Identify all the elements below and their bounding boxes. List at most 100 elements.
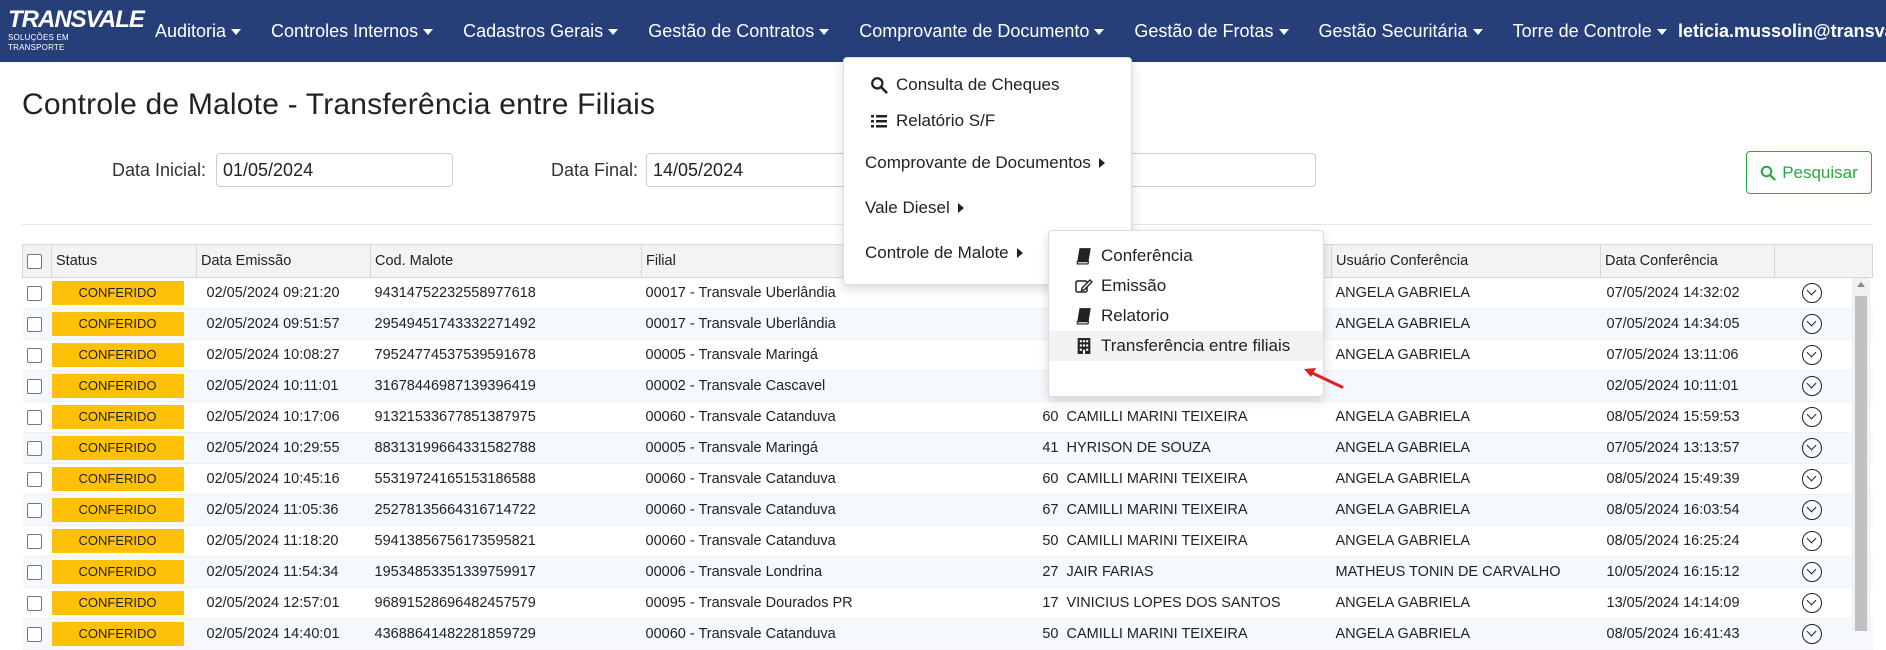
search-button[interactable]: Pesquisar <box>1746 151 1872 194</box>
table-row[interactable]: CONFERIDO 02/05/2024 11:05:36 252781356643… <box>22 494 1873 526</box>
col-header-usuario-conferencia[interactable]: Usuário Conferência <box>1331 244 1601 278</box>
cod-malote-cell: 91321533677851387975 <box>370 401 642 433</box>
data-conferencia-cell: 10/05/2024 16:15:12 <box>1600 556 1775 588</box>
row-select-cell <box>22 370 52 402</box>
col-header-data-conferencia[interactable]: Data Conferência <box>1600 244 1775 278</box>
chevron-down-icon[interactable] <box>1801 531 1822 551</box>
nav-gestao-frotas[interactable]: Gestão de Frotas <box>1119 21 1303 42</box>
status-badge: CONFERIDO <box>51 498 184 522</box>
submenu-item-relatorio[interactable]: Relatorio <box>1049 301 1323 331</box>
filial-cell: 00060 - Transvale Catanduva <box>641 401 913 433</box>
nav-controles-internos[interactable]: Controles Internos <box>256 21 448 42</box>
nav-gestao-securitaria[interactable]: Gestão Securitária <box>1304 21 1498 42</box>
chevron-down-icon[interactable] <box>1801 562 1822 582</box>
row-checkbox[interactable] <box>26 564 42 580</box>
user-menu[interactable]: leticia.mussolin@transvale <box>1678 0 1886 62</box>
data-emissao-cell: 02/05/2024 11:54:34 <box>196 556 371 588</box>
col-header-status[interactable]: Status <box>51 244 197 278</box>
status-badge: CONFERIDO <box>51 591 184 615</box>
table-row[interactable]: CONFERIDO 02/05/2024 10:11:01 316784469871… <box>22 370 1873 402</box>
table-row[interactable]: CONFERIDO 02/05/2024 11:18:20 594138567561… <box>22 525 1873 557</box>
cod-malote-cell: 43688641482281859729 <box>370 618 642 650</box>
filial-cell: 00060 - Transvale Catanduva <box>641 494 913 526</box>
chevron-down-icon[interactable] <box>1801 314 1822 334</box>
controle-malote-submenu: Conferência Emissão Relatorio Transferên… <box>1048 230 1324 397</box>
data-conferencia-cell: 08/05/2024 15:49:39 <box>1600 463 1775 495</box>
filial-cell: 00005 - Transvale Maringá <box>641 339 913 371</box>
chevron-down-icon[interactable] <box>1801 283 1822 303</box>
row-checkbox[interactable] <box>26 533 42 549</box>
status-badge: CONFERIDO <box>51 467 184 491</box>
row-checkbox[interactable] <box>26 471 42 487</box>
chevron-down-icon[interactable] <box>1801 345 1822 365</box>
quantity-cell: 27 <box>912 556 1063 588</box>
nav-auditoria[interactable]: Auditoria <box>140 21 256 42</box>
nav-cadastros-gerais[interactable]: Cadastros Gerais <box>448 21 633 42</box>
menu-item-consulta-cheques[interactable]: Consulta de Cheques <box>844 70 1131 100</box>
data-inicial-input[interactable]: 01/05/2024 <box>216 153 453 187</box>
caret-right-icon <box>957 203 964 213</box>
row-checkbox[interactable] <box>26 316 42 332</box>
scrollbar-thumb[interactable] <box>1855 296 1867 631</box>
nav-gestao-contratos[interactable]: Gestão de Contratos <box>633 21 844 42</box>
menu-item-vale-diesel[interactable]: Vale Diesel <box>844 193 1131 223</box>
submenu-item-emissao[interactable]: Emissão <box>1049 271 1323 301</box>
row-checkbox[interactable] <box>26 378 42 394</box>
usuario-conferencia-cell: ANGELA GABRIELA <box>1331 618 1601 650</box>
row-checkbox[interactable] <box>26 440 42 456</box>
table-row[interactable]: CONFERIDO 02/05/2024 10:08:27 795247745375… <box>22 339 1873 371</box>
menu-item-comprovante-documentos[interactable]: Comprovante de Documentos <box>844 148 1131 178</box>
submenu-item-transferencia-filiais[interactable]: Transferência entre filiais <box>1049 331 1323 361</box>
nav-label: Comprovante de Documento <box>859 20 1090 41</box>
menu-item-relatorio-sf[interactable]: Relatório S/F <box>844 106 1131 136</box>
table-row[interactable]: CONFERIDO 02/05/2024 10:17:06 913215336778… <box>22 401 1873 433</box>
select-all-checkbox[interactable] <box>27 253 42 269</box>
row-checkbox[interactable] <box>26 347 42 363</box>
row-checkbox[interactable] <box>26 409 42 425</box>
scroll-up-icon[interactable] <box>1857 282 1865 287</box>
status-badge: CONFERIDO <box>51 312 184 336</box>
data-conferencia-cell: 07/05/2024 13:11:06 <box>1600 339 1775 371</box>
submenu-item-conferencia[interactable]: Conferência <box>1049 241 1323 271</box>
chevron-down-icon[interactable] <box>1801 376 1822 396</box>
col-header-cod-malote[interactable]: Cod. Malote <box>370 244 642 278</box>
row-select-cell <box>22 432 52 464</box>
chevron-down-icon[interactable] <box>1801 593 1822 613</box>
table-row[interactable]: CONFERIDO 02/05/2024 10:45:16 553197241651… <box>22 463 1873 495</box>
table-row[interactable]: CONFERIDO 02/05/2024 14:40:01 436886414822… <box>22 618 1873 650</box>
data-conferencia-cell: 02/05/2024 10:11:01 <box>1600 370 1775 402</box>
row-checkbox[interactable] <box>26 285 42 301</box>
submenu-item-label: Conferência <box>1101 246 1193 265</box>
usuario-conferencia-cell: ANGELA GABRIELA <box>1331 525 1601 557</box>
status-cell: CONFERIDO <box>51 587 197 619</box>
row-checkbox[interactable] <box>26 502 42 518</box>
chevron-down-icon[interactable] <box>1801 624 1822 644</box>
nav-comprovante-documento[interactable]: Comprovante de Documento <box>844 21 1119 42</box>
table-row[interactable]: CONFERIDO 02/05/2024 11:54:34 195348533513… <box>22 556 1873 588</box>
usuario-cell: CAMILLI MARINI TEIXEIRA <box>1062 463 1332 495</box>
nav-torre-controle[interactable]: Torre de Controle <box>1498 21 1682 42</box>
company-logo[interactable]: TRANSVALE SOLUÇÕES EM TRANSPORTE <box>8 6 145 54</box>
col-header-data-emissao[interactable]: Data Emissão <box>196 244 371 278</box>
cod-malote-cell: 59413856756173595821 <box>370 525 642 557</box>
table-row[interactable]: CONFERIDO 02/05/2024 10:29:55 883131996643… <box>22 432 1873 464</box>
status-cell: CONFERIDO <box>51 494 197 526</box>
chevron-down-icon[interactable] <box>1801 438 1822 458</box>
usuario-conferencia-cell <box>1331 370 1601 402</box>
list-icon <box>871 115 887 128</box>
status-cell: CONFERIDO <box>51 432 197 464</box>
row-select-cell <box>22 525 52 557</box>
filial-cell: 00060 - Transvale Catanduva <box>641 618 913 650</box>
row-select-cell <box>22 618 52 650</box>
cod-malote-cell: 19534853351339759917 <box>370 556 642 588</box>
status-cell: CONFERIDO <box>51 525 197 557</box>
row-checkbox[interactable] <box>26 626 42 642</box>
status-cell: CONFERIDO <box>51 277 197 309</box>
row-checkbox[interactable] <box>26 595 42 611</box>
quantity-cell: 41 <box>912 432 1063 464</box>
table-row[interactable]: CONFERIDO 02/05/2024 09:51:57 295494517433… <box>22 308 1873 340</box>
table-row[interactable]: CONFERIDO 02/05/2024 12:57:01 968915286964… <box>22 587 1873 619</box>
chevron-down-icon[interactable] <box>1801 469 1822 489</box>
chevron-down-icon[interactable] <box>1801 500 1822 520</box>
chevron-down-icon[interactable] <box>1801 407 1822 427</box>
